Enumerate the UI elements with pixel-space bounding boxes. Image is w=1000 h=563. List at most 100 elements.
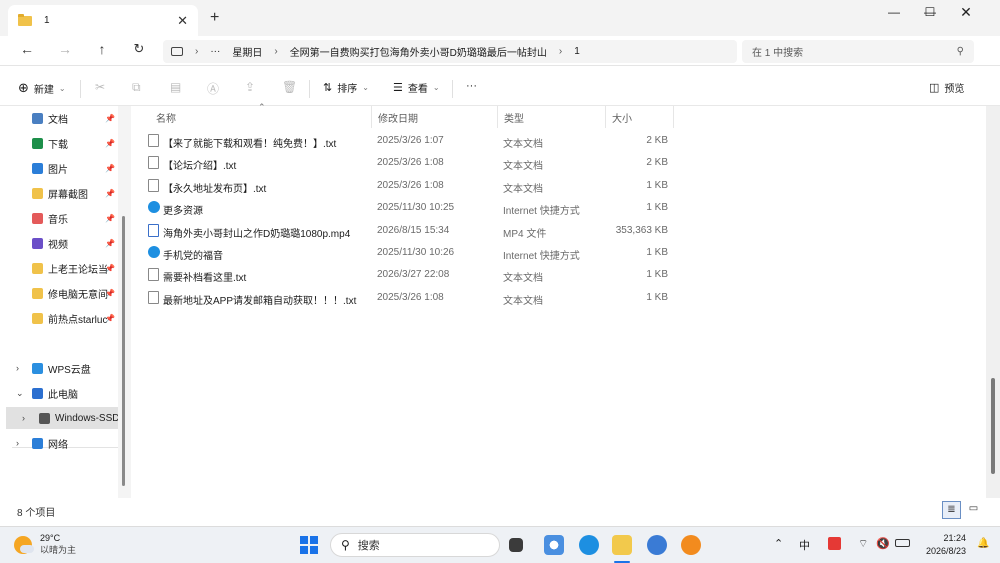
task-view-icon[interactable] xyxy=(509,538,523,552)
sort-button[interactable]: ⇅ 排序 ⌄ xyxy=(323,80,369,95)
battery-icon[interactable] xyxy=(895,539,910,547)
file-row[interactable]: 手机党的福音 2025/11/30 10:26 Internet 快捷方式 1 KB xyxy=(144,242,674,264)
divider xyxy=(80,80,81,98)
sidebar-tree-item[interactable]: ⌄ 此电脑 xyxy=(6,382,118,404)
delete-icon[interactable]: 🗑 xyxy=(282,80,297,94)
pin-icon: 📌 xyxy=(105,288,115,298)
copy-icon[interactable]: ⧉ xyxy=(132,80,141,95)
sidebar-item[interactable]: 视频 📌 xyxy=(6,232,118,254)
breadcrumb-item[interactable]: 星期日 xyxy=(232,44,262,59)
weather-desc: 以晴为主 xyxy=(40,545,77,555)
navigation-pane-scrollbar[interactable] xyxy=(118,106,131,498)
up-button[interactable]: ↑ xyxy=(92,41,112,57)
sidebar-item[interactable]: 文档 📌 xyxy=(6,107,118,129)
refresh-button[interactable]: ↻ xyxy=(129,41,149,57)
sidebar-item[interactable]: 屏幕截图 📌 xyxy=(6,182,118,204)
pin-icon: 📌 xyxy=(105,163,115,173)
sidebar-item[interactable]: 上老王论坛当 📌 xyxy=(6,257,118,279)
notification-bell-icon[interactable]: 🔔 xyxy=(977,538,989,549)
app-icon[interactable] xyxy=(544,535,564,555)
sidebar-tree-item[interactable]: › 网络 xyxy=(6,432,118,454)
start-button[interactable] xyxy=(300,536,318,554)
address-field[interactable]: › ··· 星期日 › 全网第一自费购买打包海角外卖小哥D奶璐璐最后一帖封山 ›… xyxy=(163,40,737,63)
sidebar-item[interactable]: 音乐 📌 xyxy=(6,207,118,229)
sidebar-item[interactable]: 下载 📌 xyxy=(6,132,118,154)
chevron-down-icon: ⌄ xyxy=(58,83,66,93)
chevron-right-icon[interactable]: › xyxy=(22,413,25,423)
file-row[interactable]: 【论坛介绍】.txt 2025/3/26 1:08 文本文档 2 KB xyxy=(144,152,674,174)
sidebar-tree-item[interactable]: › WPS云盘 xyxy=(6,357,118,379)
file-size: 1 KB xyxy=(646,202,668,214)
preview-button[interactable]: ◫ 预览 xyxy=(929,80,964,95)
folder-icon xyxy=(32,287,43,299)
folder-icon xyxy=(32,187,43,199)
input-method-icon[interactable]: 中 xyxy=(799,537,810,553)
sidebar-tree-item[interactable]: › Windows-SSD xyxy=(6,407,118,429)
weather-widget[interactable]: 29°C 以晴为主 xyxy=(14,533,76,556)
divider xyxy=(309,80,310,98)
maximize-button[interactable]: ☐ xyxy=(912,0,948,24)
file-explorer-icon[interactable] xyxy=(612,535,632,555)
view-button[interactable]: ☰ 查看 ⌄ xyxy=(393,80,440,95)
picture-icon xyxy=(32,162,43,174)
details-view-icon[interactable]: ≣ xyxy=(942,501,961,519)
sort-label: 排序 xyxy=(337,84,358,95)
chevron-up-icon[interactable]: ⌃ xyxy=(774,537,783,550)
browser-icon[interactable] xyxy=(647,535,667,555)
new-button[interactable]: ⊕ 新建 ⌄ xyxy=(18,80,66,96)
forward-button[interactable]: → xyxy=(55,41,75,57)
paste-icon[interactable]: ▤ xyxy=(170,80,181,94)
app-icon[interactable] xyxy=(681,535,701,555)
file-row[interactable]: 最新地址及APP请发邮箱自动获取！！！.txt 2025/3/26 1:08 文本文… xyxy=(144,287,674,309)
edge-browser-icon[interactable] xyxy=(579,535,599,555)
file-row[interactable]: 【永久地址发布页】.txt 2025/3/26 1:08 文本文档 1 KB xyxy=(144,175,674,197)
breadcrumb-overflow[interactable]: ··· xyxy=(210,46,220,57)
taskbar-search[interactable]: ⚲ 搜索 xyxy=(330,533,500,557)
file-row[interactable]: 需要补档看这里.txt 2026/3/27 22:08 文本文档 1 KB xyxy=(144,264,674,286)
column-header-modified[interactable]: 修改日期 xyxy=(372,106,498,128)
column-header-type[interactable]: 类型 xyxy=(498,106,606,128)
new-tab-button[interactable]: + xyxy=(210,9,219,27)
wps-icon[interactable] xyxy=(828,537,841,550)
tiles-view-icon[interactable]: ▭ xyxy=(964,501,983,519)
address-bar-row: ← → ↑ ↻ › ··· 星期日 › 全网第一自费购买打包海角外卖小哥D奶璐璐… xyxy=(0,36,1000,66)
file-row[interactable]: 更多资源 2025/11/30 10:25 Internet 快捷方式 1 KB xyxy=(144,197,674,219)
file-row[interactable]: 【来了就能下载和观看！纯免费！】.txt 2025/3/26 1:07 文本文档 2 … xyxy=(144,130,674,152)
search-placeholder: 在 1 中搜索 xyxy=(752,48,804,59)
column-header-size[interactable]: 大小 xyxy=(606,106,674,128)
scrollbar-thumb[interactable] xyxy=(122,216,125,486)
sidebar-item[interactable]: 图片 📌 xyxy=(6,157,118,179)
file-row[interactable]: 海角外卖小哥封山之作D奶璐璐1080p.mp4 2026/8/15 15:34 MP… xyxy=(144,220,674,242)
rename-icon[interactable]: Ⓐ xyxy=(207,80,219,97)
scrollbar-thumb[interactable] xyxy=(991,378,995,474)
pin-icon: 📌 xyxy=(105,188,115,198)
tab-1[interactable]: 1 ✕ xyxy=(8,5,198,36)
close-tab-icon[interactable]: ✕ xyxy=(177,13,188,29)
search-input[interactable]: 在 1 中搜索 ⚲ xyxy=(742,40,974,63)
chevron-right-icon[interactable]: › xyxy=(16,438,19,448)
wifi-icon[interactable]: ⌔ xyxy=(858,537,868,551)
minimize-button-2[interactable]: — xyxy=(876,0,912,24)
sidebar-item[interactable]: 前热点starluc 📌 xyxy=(6,307,118,329)
close-window-button[interactable]: ✕ xyxy=(948,0,984,24)
file-list: 名称 修改日期 类型 大小 ⌃ 【来了就能下载和观看！纯免费！】.txt 2025… xyxy=(132,102,986,498)
navigation-pane: 文档 📌 下载 📌 图片 📌 屏幕截图 📌 音乐 📌 视频 📌 上老王论坛当 📌 修电脑无意间 📌 前热点sta… xyxy=(6,106,122,498)
cut-icon[interactable]: ✂ xyxy=(95,80,105,94)
breadcrumb-item[interactable]: 全网第一自费购买打包海角外卖小哥D奶璐璐最后一帖封山 xyxy=(290,44,547,59)
share-icon[interactable]: ⇪ xyxy=(245,80,255,94)
clock[interactable]: 21:24 2026/8/23 xyxy=(918,532,966,558)
chevron-right-icon[interactable]: › xyxy=(16,363,19,373)
file-type: 文本文档 xyxy=(503,273,543,285)
chevron-down-icon[interactable]: ⌄ xyxy=(16,388,24,399)
sidebar-item[interactable]: 修电脑无意间 📌 xyxy=(6,282,118,304)
more-options-button[interactable]: ··· xyxy=(466,80,477,92)
vertical-scrollbar[interactable] xyxy=(986,106,1000,498)
breadcrumb-item[interactable]: 1 xyxy=(574,46,580,57)
sort-icon: ⇅ xyxy=(323,82,333,94)
chevron-right-icon: › xyxy=(195,46,199,57)
file-modified: 2025/11/30 10:25 xyxy=(377,202,455,214)
volume-icon[interactable]: 🔇 xyxy=(876,537,890,550)
plus-circle-icon: ⊕ xyxy=(18,80,29,95)
back-button[interactable]: ← xyxy=(17,41,37,57)
date: 2026/8/23 xyxy=(925,546,966,556)
